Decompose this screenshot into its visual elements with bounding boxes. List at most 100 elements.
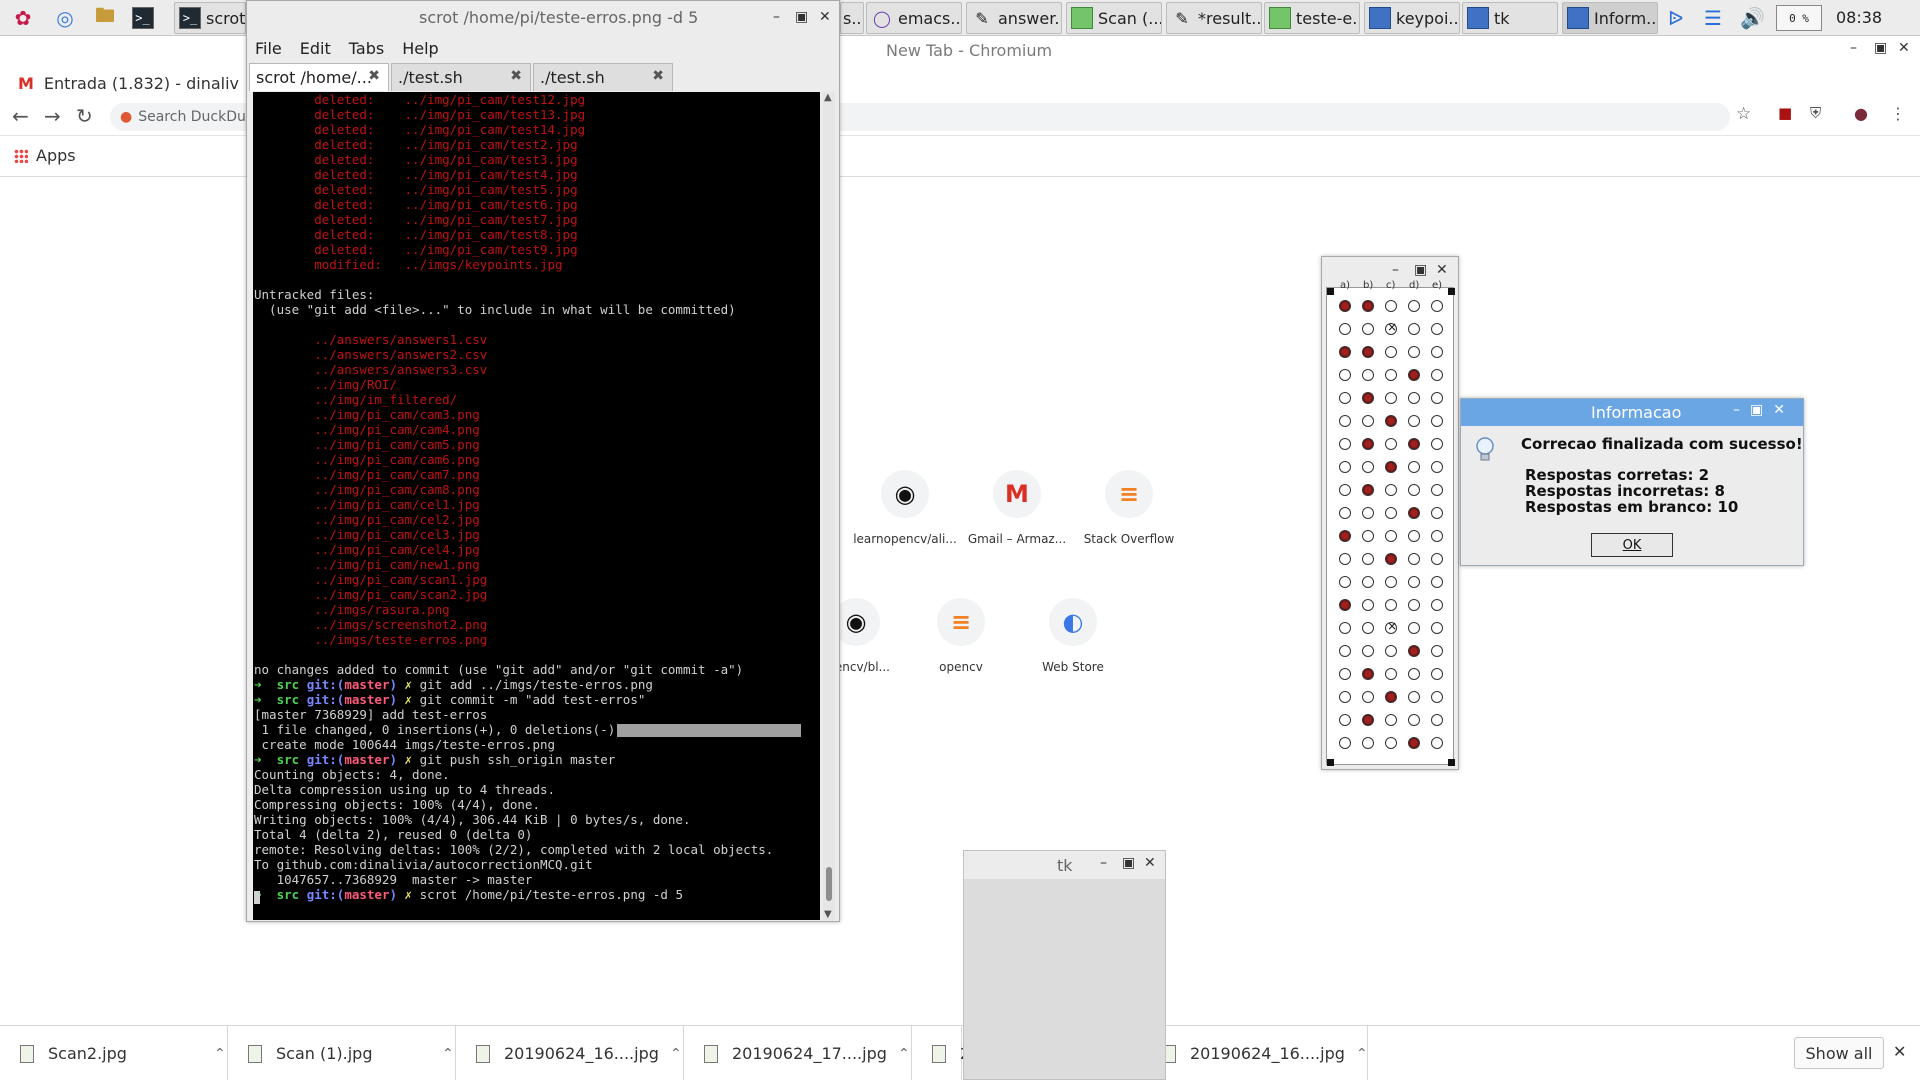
scroll-up-icon[interactable]: ▲ (824, 92, 832, 103)
answer-bubble (1408, 415, 1420, 427)
close-downloads-icon[interactable]: ✕ (1893, 1042, 1906, 1061)
answer-bubble (1385, 484, 1397, 496)
answer-bubble (1385, 737, 1397, 749)
task-teste[interactable]: teste-e... (1264, 2, 1360, 34)
volume-icon[interactable]: 🔊 (1740, 6, 1765, 30)
terminal-scrollbar[interactable]: ▲ ▼ (823, 92, 835, 920)
extension-icon[interactable]: ■ (1778, 104, 1792, 122)
scrollbar-thumb[interactable] (826, 867, 832, 901)
answer-bubble (1362, 484, 1374, 496)
shortcut-tile[interactable]: ≡ Stack Overflow (1074, 470, 1184, 546)
shield-icon[interactable]: ⛨ (1810, 104, 1821, 122)
task-result[interactable]: ✎ *result... (1166, 2, 1262, 34)
show-all-button[interactable]: Show all (1794, 1037, 1884, 1069)
window-icon (1467, 7, 1489, 29)
answer-bubble (1362, 714, 1374, 726)
shortcut-tile[interactable]: M Gmail – Armaz... (962, 470, 1072, 546)
close-icon[interactable]: ✕ (1898, 40, 1910, 56)
terminal-line: ../img/pi_cam/scan1.jpg (254, 572, 488, 587)
stat-incorrect: Respostas incorretas: 8 (1525, 482, 1725, 500)
shortcut-tile[interactable]: ◉ learnopencv/ali... (850, 470, 960, 546)
maximize-icon[interactable]: ▣ (795, 9, 808, 25)
answer-bubble (1339, 392, 1351, 404)
task-keypoints[interactable]: keypoi... (1364, 2, 1460, 34)
answer-bubble (1431, 438, 1443, 450)
terminal-output[interactable]: deleted: ../img/pi_cam/test12.jpg delete… (253, 92, 820, 920)
download-item[interactable]: 2 (912, 1026, 970, 1080)
answer-bubble (1339, 599, 1351, 611)
download-item[interactable]: Scan (1).jpg ⌃ (228, 1026, 456, 1080)
shortcut-tile[interactable]: ≡ opencv (906, 598, 1016, 674)
file-manager-icon[interactable]: 🖿 (90, 3, 120, 33)
answer-bubble (1385, 392, 1397, 404)
maximize-icon[interactable]: ▣ (1414, 262, 1427, 278)
raspberry-menu-icon[interactable]: ✿ (8, 3, 38, 33)
wifi-icon[interactable]: ☰ (1704, 6, 1722, 30)
download-item[interactable]: 20190624_16....jpg ⌃ (1140, 1026, 1368, 1080)
menu-tabs[interactable]: Tabs (349, 39, 384, 58)
answer-bubble (1339, 576, 1351, 588)
maximize-icon[interactable]: ▣ (1874, 40, 1887, 56)
terminal-tab[interactable]: scrot /home/... ✖ (249, 63, 389, 91)
task-window[interactable]: s... (840, 2, 864, 34)
terminal-icon[interactable]: >_ (130, 3, 160, 33)
chevron-up-icon[interactable]: ⌃ (1356, 1046, 1368, 1062)
menu-file[interactable]: File (255, 39, 282, 58)
reload-icon[interactable]: ↻ (76, 104, 93, 128)
minimize-icon[interactable]: – (1850, 40, 1857, 56)
terminal-icon: >_ (179, 7, 201, 29)
task-scrot[interactable]: >_ scrot (174, 2, 246, 34)
tk-window: tk – ▣ ✕ (963, 850, 1166, 1080)
download-item[interactable]: Scan2.jpg ⌃ (0, 1026, 228, 1080)
download-item[interactable]: 20190624_17....jpg ⌃ (684, 1026, 912, 1080)
tab-close-icon[interactable]: ✖ (652, 68, 664, 84)
answer-bubble (1362, 438, 1374, 450)
task-tk[interactable]: tk (1462, 2, 1558, 34)
chevron-up-icon[interactable]: ⌃ (442, 1046, 454, 1062)
chevron-up-icon[interactable]: ⌃ (898, 1046, 910, 1062)
menu-icon[interactable]: ⋮ (1890, 104, 1906, 123)
avatar[interactable]: ● (1854, 104, 1868, 123)
download-item[interactable]: 20190624_16....jpg ⌃ (456, 1026, 684, 1080)
minimize-icon[interactable]: – (773, 9, 780, 25)
chevron-up-icon[interactable]: ⌃ (670, 1046, 682, 1062)
answer-bubble (1431, 645, 1443, 657)
minimize-icon[interactable]: – (1392, 262, 1399, 278)
scroll-down-icon[interactable]: ▼ (824, 909, 832, 920)
sheet-column-label: c) (1386, 280, 1396, 291)
answer-bubble (1431, 461, 1443, 473)
task-scan[interactable]: Scan (... (1066, 2, 1162, 34)
ok-button[interactable]: OK (1591, 533, 1673, 557)
shortcut-tile[interactable]: ◐ Web Store (1018, 598, 1128, 674)
forward-icon[interactable]: → (44, 104, 61, 128)
dialog-window-controls[interactable]: –▣✕ (1733, 402, 1795, 418)
answer-bubble (1431, 369, 1443, 381)
back-icon[interactable]: ← (12, 104, 29, 128)
tab-close-icon[interactable]: ✖ (368, 68, 380, 84)
terminal-tab[interactable]: ./test.sh ✖ (533, 63, 673, 91)
web-browser-icon[interactable]: ◎ (50, 3, 80, 33)
terminal-line: ../img/pi_cam/cam7.png (254, 467, 480, 482)
close-icon[interactable]: ✕ (819, 9, 831, 25)
browser-tab[interactable]: M Entrada (1.832) - dinaliv ✕ (18, 68, 265, 98)
answer-bubble (1362, 346, 1374, 358)
task-emacs[interactable]: ◯ emacs... (866, 2, 962, 34)
task-informacao[interactable]: Inform... (1562, 2, 1658, 34)
close-icon[interactable]: ✕ (1144, 855, 1156, 871)
bookmark-star-icon[interactable]: ☆ (1736, 104, 1751, 124)
bluetooth-icon[interactable]: ᐉ (1668, 6, 1683, 30)
answer-bubble (1408, 369, 1420, 381)
file-icon (704, 1044, 718, 1063)
chevron-up-icon[interactable]: ⌃ (214, 1046, 226, 1062)
task-answer[interactable]: ✎answer... (966, 2, 1062, 34)
maximize-icon[interactable]: ▣ (1122, 855, 1135, 871)
menu-edit[interactable]: Edit (300, 39, 331, 58)
minimize-icon[interactable]: – (1100, 855, 1107, 871)
answer-bubble (1385, 415, 1397, 427)
answer-bubble (1408, 438, 1420, 450)
tab-close-icon[interactable]: ✖ (510, 68, 522, 84)
terminal-tab[interactable]: ./test.sh ✖ (391, 63, 531, 91)
apps-bookmark[interactable]: Apps (14, 146, 76, 165)
close-icon[interactable]: ✕ (1436, 262, 1448, 278)
menu-help[interactable]: Help (402, 39, 438, 58)
